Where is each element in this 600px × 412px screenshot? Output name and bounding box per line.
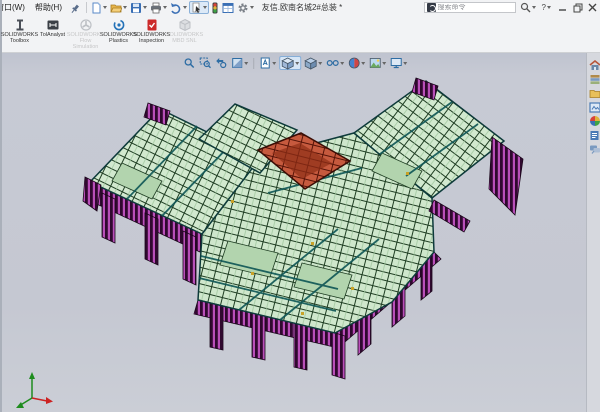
new-file-icon[interactable] bbox=[90, 1, 108, 14]
undo-icon[interactable] bbox=[169, 1, 188, 14]
section-view-icon[interactable] bbox=[230, 56, 249, 70]
hide-show-items-icon[interactable] bbox=[325, 56, 345, 70]
quick-access-toolbar bbox=[90, 1, 255, 14]
inspection-icon bbox=[145, 18, 159, 32]
previous-view-icon[interactable] bbox=[214, 56, 228, 70]
apply-scene-icon[interactable] bbox=[368, 56, 387, 70]
ribbon-solidworks-inspection[interactable]: SOLIDWORKS Inspection bbox=[136, 17, 167, 51]
help-button[interactable]: ? bbox=[540, 3, 553, 12]
divider bbox=[86, 2, 87, 13]
options-table-icon[interactable] bbox=[221, 1, 235, 14]
file-explorer-icon[interactable] bbox=[588, 87, 600, 99]
ribbon-solidworks-plastics[interactable]: SOLIDWORKS Plastics bbox=[103, 17, 134, 51]
dynamic-annotation-icon[interactable] bbox=[258, 56, 277, 70]
flow-simulation-icon bbox=[79, 18, 93, 32]
graphics-viewport[interactable] bbox=[2, 53, 600, 412]
search-box[interactable] bbox=[424, 2, 516, 13]
restore-button[interactable] bbox=[570, 1, 585, 14]
design-library-icon[interactable] bbox=[588, 73, 600, 85]
solidworks-search-icon bbox=[427, 3, 436, 12]
appearances-scenes-icon[interactable] bbox=[588, 115, 600, 127]
display-style-icon[interactable] bbox=[303, 56, 323, 70]
tolanalyst-icon bbox=[46, 18, 60, 32]
model-3d-view[interactable] bbox=[2, 53, 600, 412]
ribbon-flow-simulation[interactable]: SOLIDWORKS Flow Simulation bbox=[70, 17, 101, 51]
open-file-icon[interactable] bbox=[109, 1, 128, 14]
edit-appearance-icon[interactable] bbox=[347, 56, 366, 70]
save-icon[interactable] bbox=[129, 1, 148, 14]
origin-triad bbox=[16, 372, 53, 408]
mbd-icon bbox=[178, 18, 192, 32]
view-palette-icon[interactable] bbox=[588, 101, 600, 113]
zoom-to-area-icon[interactable] bbox=[198, 56, 212, 70]
custom-properties-icon[interactable] bbox=[588, 129, 600, 141]
menu-window[interactable]: 窗口(W) bbox=[2, 2, 30, 13]
close-button[interactable] bbox=[585, 1, 600, 14]
pin-icon[interactable] bbox=[69, 2, 81, 14]
rebuild-traffic-light-icon[interactable] bbox=[210, 1, 220, 14]
view-settings-icon[interactable] bbox=[389, 56, 408, 70]
search-magnifier-icon[interactable] bbox=[518, 2, 538, 13]
view-orientation-icon[interactable] bbox=[279, 56, 301, 70]
ribbon-solidworks-mbd-snl[interactable]: SOLIDWORKS MBD SNL bbox=[169, 17, 200, 51]
divider bbox=[253, 58, 254, 69]
menu-help[interactable]: 帮助(H) bbox=[30, 2, 67, 13]
toolbox-icon bbox=[13, 18, 27, 32]
search-input[interactable] bbox=[438, 4, 508, 11]
zoom-to-fit-icon[interactable] bbox=[182, 56, 196, 70]
command-manager-ribbon: SOLIDWORKS Toolbox TolAnalyst SOLIDWORKS… bbox=[2, 15, 600, 53]
select-icon[interactable] bbox=[189, 1, 209, 14]
plastics-icon bbox=[112, 18, 126, 32]
minimize-button[interactable] bbox=[555, 1, 570, 14]
settings-gear-icon[interactable] bbox=[236, 1, 255, 14]
task-pane-strip bbox=[586, 53, 600, 412]
solidworks-forum-icon[interactable] bbox=[588, 143, 600, 155]
title-bar: 窗口(W) 帮助(H) bbox=[2, 0, 600, 15]
ribbon-tolanalyst[interactable]: TolAnalyst bbox=[37, 17, 68, 51]
solidworks-resources-icon[interactable] bbox=[588, 59, 600, 71]
menu-bar: 窗口(W) 帮助(H) bbox=[2, 0, 83, 15]
ribbon-solidworks-toolbox[interactable]: SOLIDWORKS Toolbox bbox=[4, 17, 35, 51]
print-icon[interactable] bbox=[149, 1, 168, 14]
heads-up-toolbar bbox=[182, 56, 408, 70]
